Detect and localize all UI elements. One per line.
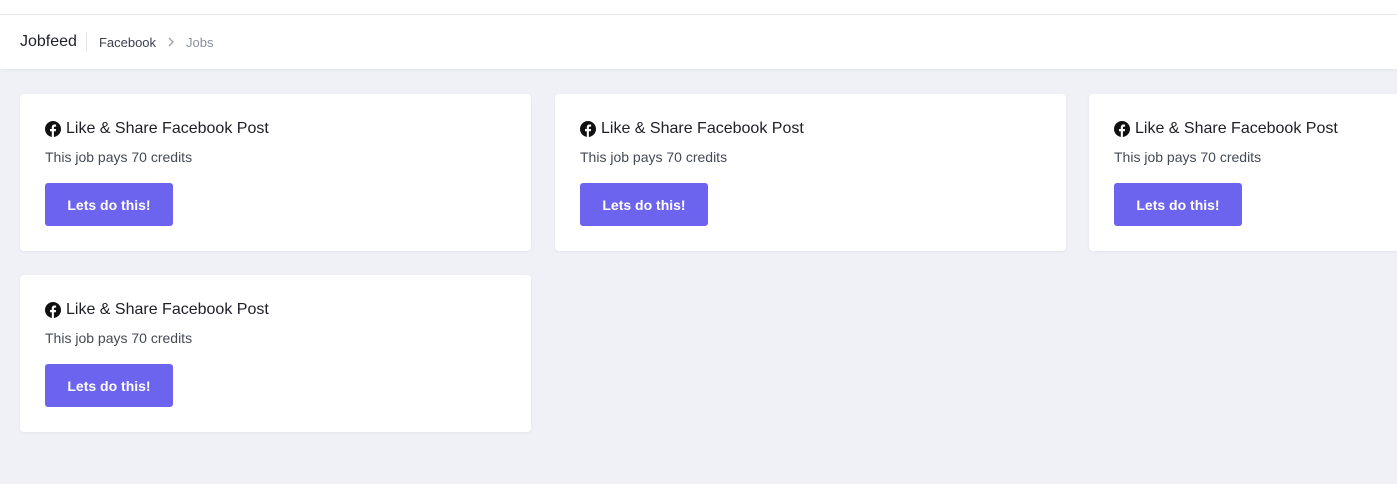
facebook-icon — [1114, 121, 1130, 137]
job-title-row: Like & Share Facebook Post — [1114, 119, 1372, 139]
facebook-icon — [580, 121, 596, 137]
job-card: Like & Share Facebook Post This job pays… — [555, 94, 1066, 251]
job-title-row: Like & Share Facebook Post — [580, 119, 1041, 139]
lets-do-this-button[interactable]: Lets do this! — [45, 364, 173, 407]
job-card: Like & Share Facebook Post This job pays… — [1089, 94, 1397, 251]
top-strip — [0, 0, 1397, 15]
job-title-row: Like & Share Facebook Post — [45, 119, 506, 139]
job-title-row: Like & Share Facebook Post — [45, 300, 506, 320]
breadcrumb: Facebook Jobs — [87, 35, 214, 50]
job-title: Like & Share Facebook Post — [601, 120, 804, 137]
breadcrumb-link-facebook[interactable]: Facebook — [99, 35, 156, 50]
job-description: This job pays 70 credits — [45, 149, 193, 165]
job-title: Like & Share Facebook Post — [66, 120, 269, 137]
lets-do-this-button[interactable]: Lets do this! — [1114, 183, 1242, 226]
breadcrumb-current: Jobs — [186, 34, 214, 50]
job-card: Like & Share Facebook Post This job pays… — [20, 94, 531, 251]
lets-do-this-button[interactable]: Lets do this! — [580, 183, 708, 226]
page-title: Jobfeed — [20, 32, 87, 52]
job-description: This job pays 70 credits — [580, 149, 728, 165]
chevron-right-icon — [167, 37, 175, 47]
job-title: Like & Share Facebook Post — [1135, 120, 1338, 137]
facebook-icon — [45, 121, 61, 137]
job-title: Like & Share Facebook Post — [66, 301, 269, 318]
page-header: Jobfeed Facebook Jobs — [0, 15, 1397, 69]
job-description: This job pays 70 credits — [1114, 149, 1262, 165]
lets-do-this-button[interactable]: Lets do this! — [45, 183, 173, 226]
facebook-icon — [45, 302, 61, 318]
job-description: This job pays 70 credits — [45, 330, 193, 346]
job-card: Like & Share Facebook Post This job pays… — [20, 275, 531, 432]
